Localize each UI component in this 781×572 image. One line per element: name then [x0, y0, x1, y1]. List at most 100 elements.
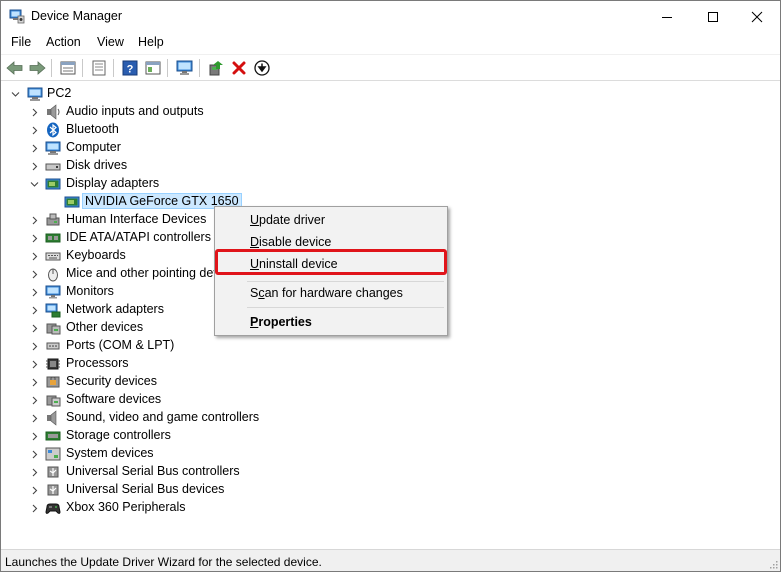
tree-category-label: Audio inputs and outputs — [66, 104, 204, 118]
back-icon — [6, 61, 23, 75]
network-adapter-icon — [45, 303, 61, 318]
chevron-right-icon[interactable] — [30, 504, 39, 513]
display-adapter-icon — [64, 196, 80, 208]
menu-item-scan-hardware[interactable]: Scan for hardware changes — [217, 282, 445, 304]
forward-icon — [29, 61, 46, 75]
device-manager-icon — [9, 9, 25, 24]
chevron-right-icon[interactable] — [30, 288, 39, 297]
status-text: Launches the Update Driver Wizard for th… — [5, 555, 322, 569]
back-button[interactable] — [5, 59, 25, 77]
chevron-right-icon[interactable] — [30, 360, 39, 369]
minimize-button[interactable] — [644, 1, 690, 32]
tree-category-label: Keyboards — [66, 248, 126, 262]
hid-icon — [46, 213, 60, 226]
device-manager-window: Device Manager File Action View Help ? P… — [0, 0, 781, 572]
computer-icon — [27, 87, 43, 101]
forward-button[interactable] — [27, 59, 47, 77]
action-pane-button[interactable] — [143, 59, 163, 77]
uninstall-button[interactable] — [229, 59, 249, 77]
close-button[interactable] — [734, 1, 780, 32]
tree-category-label: Human Interface Devices — [66, 212, 207, 226]
close-icon — [751, 11, 763, 22]
menu-item-properties[interactable]: Properties — [217, 311, 445, 333]
computer-icon — [45, 141, 61, 155]
tree-category-label: Computer — [66, 140, 121, 154]
menu-file[interactable]: File — [11, 35, 31, 49]
tree-category-label: Disk drives — [66, 158, 128, 172]
chevron-right-icon[interactable] — [30, 342, 39, 351]
menu-help[interactable]: Help — [138, 35, 164, 49]
chevron-right-icon[interactable] — [30, 108, 39, 117]
download-button[interactable] — [252, 59, 272, 77]
uninstall-icon — [232, 61, 246, 75]
menu-item-update-driver[interactable]: Update driver — [217, 209, 445, 231]
tree-category-label: System devices — [66, 446, 154, 460]
display-adapter-icon — [45, 178, 61, 190]
chevron-right-icon[interactable] — [30, 270, 39, 279]
title-bar[interactable]: Device Manager — [1, 1, 780, 32]
menu-item-label: Update driver — [250, 213, 326, 227]
resize-grip-icon[interactable] — [768, 559, 778, 569]
tree-category-label: Ports (COM & LPT) — [66, 338, 175, 352]
sound-icon — [47, 410, 57, 426]
chevron-right-icon[interactable] — [30, 486, 39, 495]
software-device-icon — [46, 395, 61, 407]
download-icon — [254, 60, 270, 76]
toolbar-separator — [199, 59, 200, 77]
update-driver-button[interactable] — [206, 59, 226, 77]
tree-category-label: Network adapters — [66, 302, 164, 316]
chevron-right-icon[interactable] — [30, 162, 39, 171]
tree-category-label: Other devices — [66, 320, 144, 334]
tree-category-label: Storage controllers — [66, 428, 171, 442]
help-button[interactable]: ? — [120, 59, 140, 77]
menu-separator — [247, 307, 444, 308]
chevron-right-icon[interactable] — [30, 450, 39, 459]
monitor-icon — [45, 285, 61, 299]
menu-item-label: Properties — [250, 315, 312, 329]
menu-view[interactable]: View — [97, 35, 124, 49]
storage-controller-icon — [45, 431, 61, 441]
tree-category-label: Universal Serial Bus controllers — [66, 464, 240, 478]
tree-category-label: Software devices — [66, 392, 162, 406]
window-title: Device Manager — [31, 9, 123, 23]
chevron-right-icon[interactable] — [30, 396, 39, 405]
show-hidden-icon — [92, 60, 106, 76]
chevron-right-icon[interactable] — [30, 306, 39, 315]
port-icon — [46, 342, 60, 350]
show-hidden-button[interactable] — [89, 59, 109, 77]
chevron-right-icon[interactable] — [30, 468, 39, 477]
chevron-right-icon[interactable] — [30, 234, 39, 243]
chevron-right-icon[interactable] — [30, 324, 39, 333]
monitor-scan-icon — [176, 60, 193, 75]
chevron-down-icon[interactable] — [30, 180, 39, 189]
tree-root-label: PC2 — [47, 86, 72, 100]
chevron-right-icon[interactable] — [30, 378, 39, 387]
properties-list-button[interactable] — [58, 59, 78, 77]
scan-hardware-button[interactable] — [175, 59, 195, 77]
tree-category-label: IDE ATA/ATAPI controllers — [66, 230, 211, 244]
other-devices-icon — [46, 323, 61, 335]
tree-category-label: Display adapters — [66, 176, 160, 190]
chevron-right-icon[interactable] — [30, 252, 39, 261]
menu-action[interactable]: Action — [46, 35, 81, 49]
toolbar-separator — [51, 59, 52, 77]
ide-controller-icon — [45, 233, 61, 243]
menu-bar: File Action View Help — [1, 32, 780, 54]
toolbar-separator — [82, 59, 83, 77]
maximize-button[interactable] — [690, 1, 736, 32]
uninstall-highlight-annotation — [215, 249, 447, 275]
keyboard-icon — [45, 252, 61, 261]
mouse-icon — [48, 268, 58, 282]
tree-category-label: Security devices — [66, 374, 158, 388]
chevron-right-icon[interactable] — [30, 126, 39, 135]
chevron-right-icon[interactable] — [30, 216, 39, 225]
chevron-right-icon[interactable] — [30, 414, 39, 423]
chevron-down-icon[interactable] — [11, 90, 20, 99]
tree-category-label: Sound, video and game controllers — [66, 410, 260, 424]
chevron-right-icon[interactable] — [30, 144, 39, 153]
tree-category-label: Processors — [66, 356, 129, 370]
chevron-right-icon[interactable] — [30, 432, 39, 441]
tree-category-label: Xbox 360 Peripherals — [66, 500, 186, 514]
toolbar-separator — [167, 59, 168, 77]
properties-list-icon — [60, 61, 76, 75]
